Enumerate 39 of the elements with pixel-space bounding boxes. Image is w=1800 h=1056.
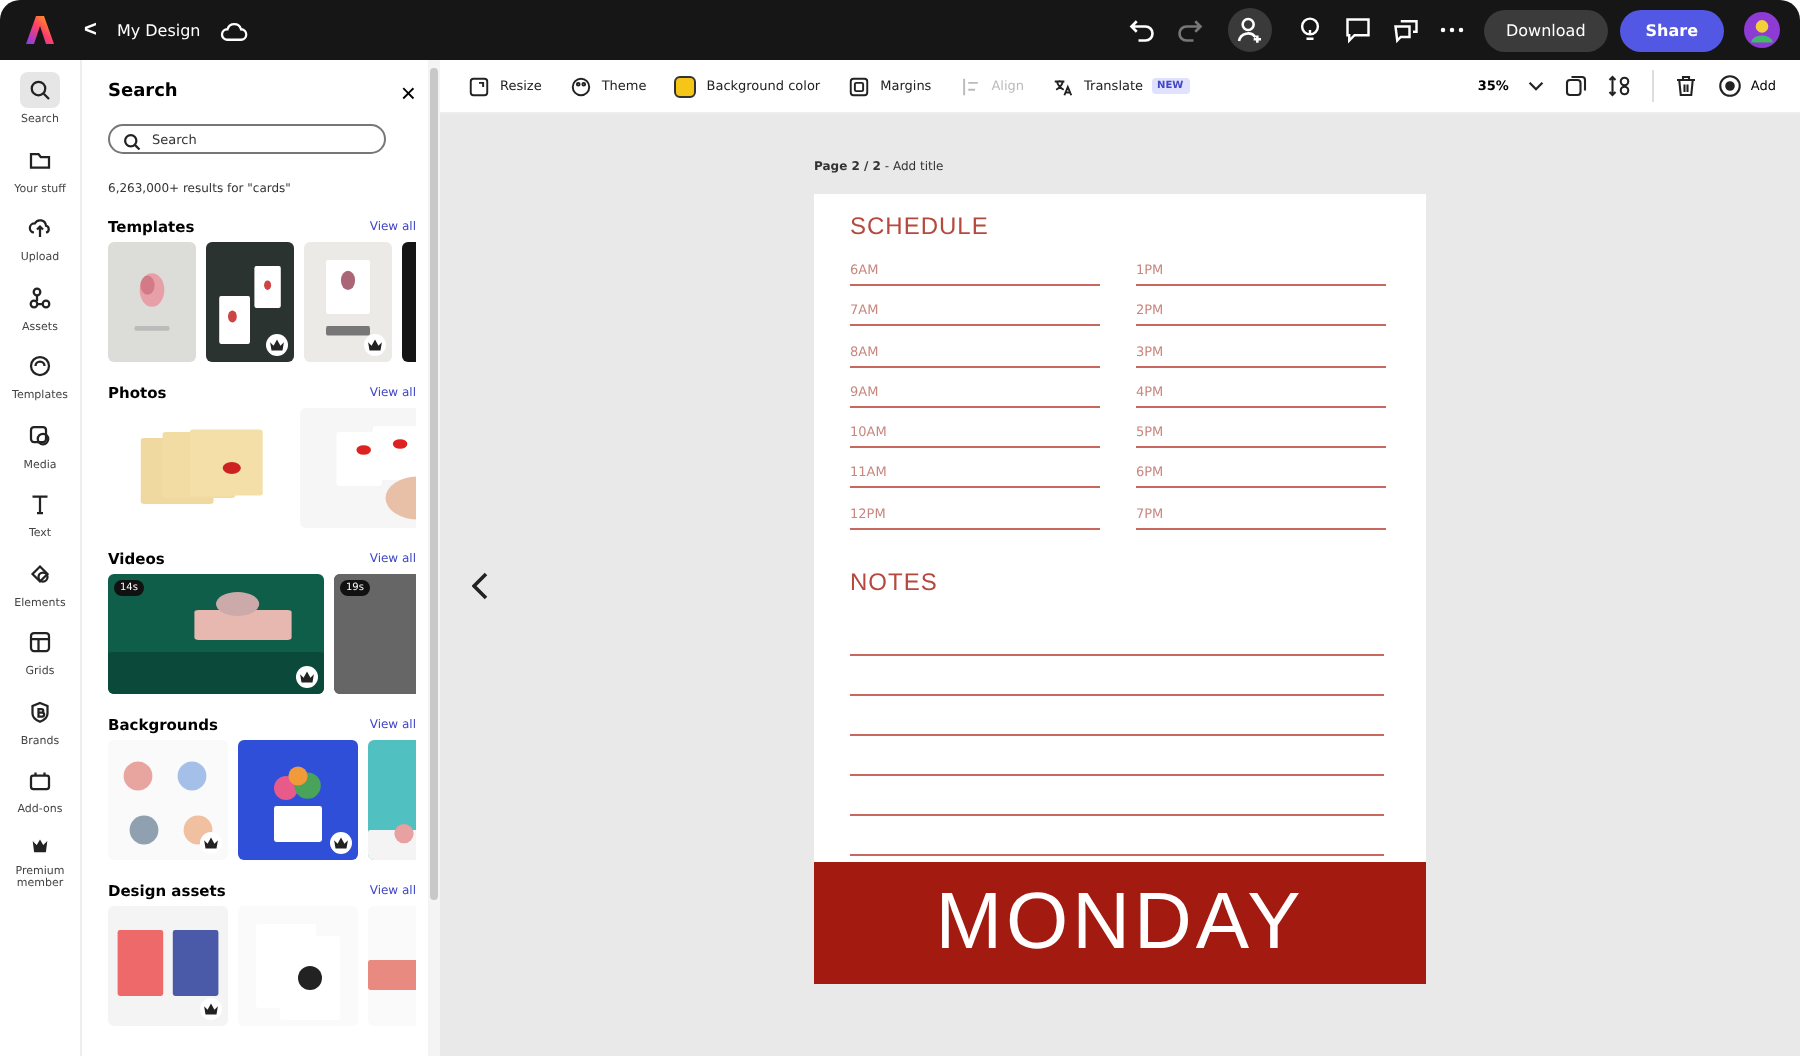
- premium-crown-icon: [296, 666, 318, 688]
- day-banner: MONDAY: [814, 862, 1426, 984]
- pages-icon[interactable]: [1564, 74, 1589, 98]
- document-title[interactable]: My Design: [116, 21, 201, 39]
- premium-crown-icon: [364, 334, 386, 356]
- trash-icon[interactable]: [1674, 74, 1699, 98]
- share-button[interactable]: Share: [1619, 9, 1724, 51]
- download-button[interactable]: Download: [1484, 9, 1608, 51]
- add-person-icon[interactable]: [1228, 8, 1272, 52]
- comment-icon[interactable]: [1344, 16, 1372, 44]
- add-circle-icon: [1718, 74, 1743, 98]
- schedule-heading: SCHEDULE: [850, 212, 991, 240]
- grid-arrows-icon[interactable]: [1608, 74, 1633, 98]
- align-icon: [959, 75, 982, 97]
- app-logo-icon[interactable]: [24, 14, 56, 46]
- premium-crown-icon: [330, 832, 352, 854]
- premium-crown-icon: [200, 998, 222, 1020]
- undo-icon[interactable]: [1128, 16, 1156, 44]
- resize-icon: [468, 75, 490, 97]
- search-icon: [20, 72, 60, 108]
- more-icon[interactable]: [1440, 26, 1464, 34]
- avatar-icon[interactable]: [1744, 12, 1780, 48]
- chevron-down-icon[interactable]: [1528, 80, 1545, 92]
- panel-title: Search: [108, 82, 178, 102]
- search-icon: [122, 132, 142, 152]
- redo-icon[interactable]: [1176, 16, 1204, 44]
- margins-icon: [848, 75, 871, 97]
- close-button[interactable]: ×: [400, 77, 416, 107]
- chevron-left-icon: [472, 572, 488, 600]
- chat-icon[interactable]: [1392, 16, 1420, 44]
- scrollbar-thumb[interactable]: [430, 68, 438, 900]
- back-button[interactable]: <: [84, 18, 97, 42]
- lightbulb-icon[interactable]: [1296, 16, 1324, 44]
- notes-heading: NOTES: [850, 568, 940, 597]
- cloud-icon: [220, 19, 249, 41]
- premium-crown-icon: [266, 334, 288, 356]
- translate-icon: [1052, 75, 1075, 97]
- theme-icon: [569, 75, 592, 97]
- premium-crown-icon: [200, 832, 222, 854]
